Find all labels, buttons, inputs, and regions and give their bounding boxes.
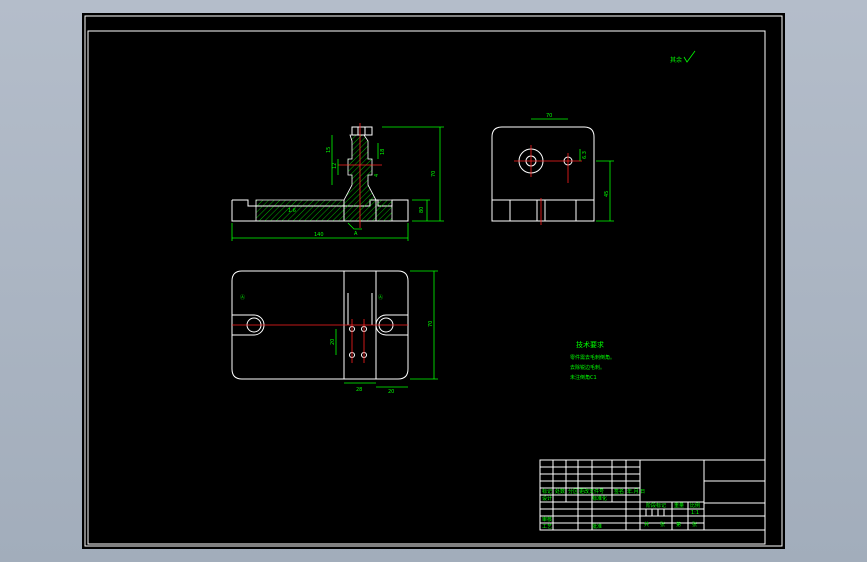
tech-line-3: 未注倒角C1	[570, 374, 597, 381]
tb-label-review: 审核	[542, 516, 552, 523]
tb-label-date: 年.月.日	[627, 488, 645, 495]
tb-label-scale: 比例	[690, 502, 700, 509]
outer-border	[84, 15, 783, 547]
inner-border	[87, 30, 766, 545]
roughness-symbol: 其余	[670, 50, 696, 64]
roughness-note: 其余	[670, 56, 682, 64]
top-dim-offset: 20	[388, 389, 394, 395]
side-dim-height: 45	[604, 191, 610, 197]
top-dim-depth: 70	[428, 321, 434, 327]
top-dim-holes-y: 20	[330, 339, 336, 345]
front-dim-height: 70	[431, 171, 437, 177]
tb-label-stage: 阶段标记	[646, 502, 666, 509]
top-dim-holes-x: 28	[356, 387, 362, 393]
tb-label-design: 设计	[542, 495, 552, 502]
drawing-sheet[interactable]: 其余 140 70 80 15 12 18 4 A 1.6 70 6.3 45 …	[82, 13, 785, 549]
tb-scale-value: 1:1	[691, 510, 699, 516]
tech-line-2: 去除锐边毛刺。	[570, 364, 605, 371]
tb-label-mark: 标记	[542, 488, 552, 495]
tb-label-change: 更改文件号	[579, 488, 604, 495]
side-dim-hole: 6.3	[582, 151, 588, 159]
drawing-canvas: 其余 140 70 80 15 12 18 4 A 1.6 70 6.3 45 …	[84, 15, 783, 547]
front-dim-base: 80	[419, 207, 425, 213]
side-view: 70 6.3 45	[491, 113, 614, 225]
tb-label-zone: 分区	[568, 488, 578, 495]
tb-label-total: 共	[644, 521, 649, 528]
top-view: 70 20 28 20 Ⓐ Ⓐ	[231, 270, 438, 395]
svg-text:Ⓐ: Ⓐ	[378, 294, 383, 301]
front-dim-neck: 12	[332, 163, 338, 169]
cad-viewport[interactable]: 其余 140 70 80 15 12 18 4 A 1.6 70 6.3 45 …	[0, 0, 867, 562]
tb-label-weight: 重量	[674, 502, 684, 509]
tech-title: 技术要求	[576, 340, 604, 349]
front-dim-gap: 4	[374, 174, 380, 177]
tb-label-sheets1: 张	[660, 521, 665, 528]
front-dim-chamfer: 1.6	[288, 208, 296, 214]
tb-label-sign: 签名	[614, 488, 624, 495]
tb-label-std: 标准化	[592, 495, 607, 502]
svg-text:Ⓐ: Ⓐ	[240, 294, 245, 301]
title-block: 标记 处数 分区 更改文件号 签名 年.月.日 设计 标准化 审核 工艺 批准 …	[539, 459, 766, 531]
front-view: 140 70 80 15 12 18 4 A 1.6	[231, 123, 444, 241]
tb-label-no: 第	[676, 521, 681, 528]
tb-label-process: 工艺	[542, 524, 552, 530]
tb-label-count: 处数	[555, 488, 565, 495]
front-dim-slot: 15	[326, 147, 332, 153]
tb-label-approve: 批准	[592, 523, 602, 530]
front-dim-tab: 18	[380, 149, 386, 155]
front-dim-width: 140	[314, 232, 324, 238]
front-label-a: A	[354, 231, 358, 237]
tech-requirements: 技术要求 零件需去毛刺倒角。 去除锐边毛刺。 未注倒角C1	[570, 340, 615, 381]
side-dim-width: 70	[546, 113, 552, 119]
tb-label-sheets2: 张	[692, 521, 697, 528]
tech-line-1: 零件需去毛刺倒角。	[570, 354, 615, 361]
